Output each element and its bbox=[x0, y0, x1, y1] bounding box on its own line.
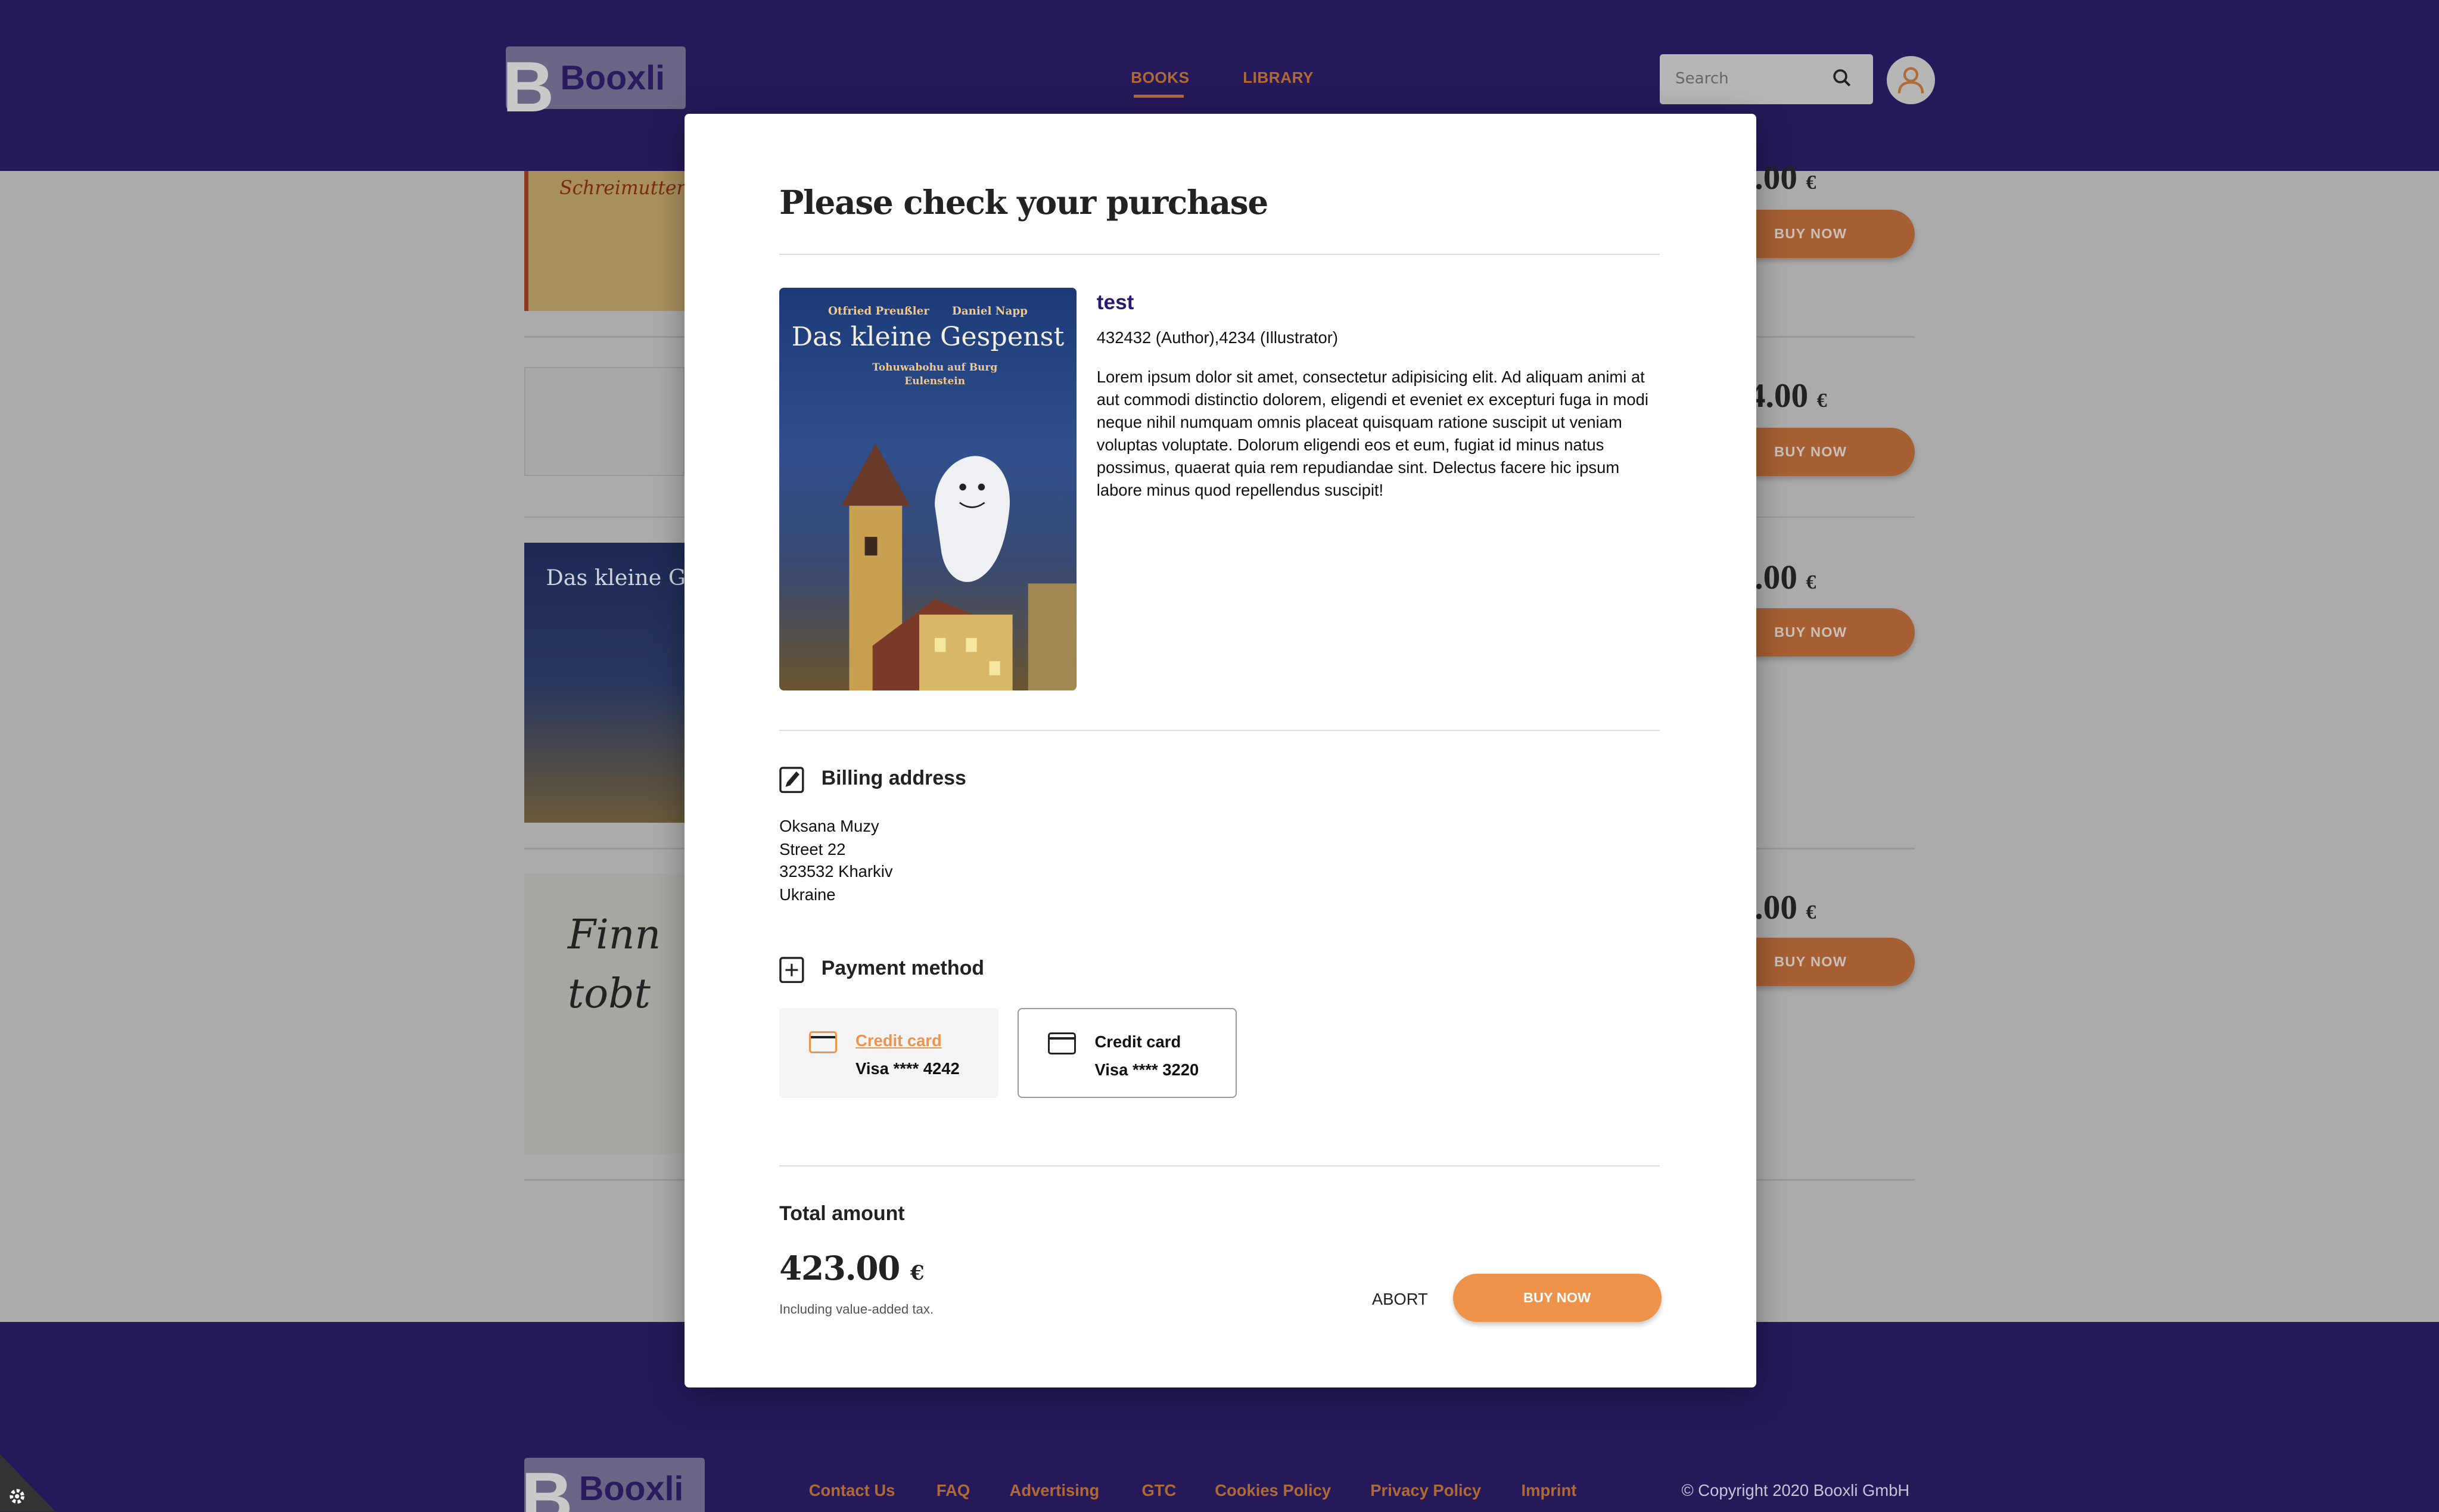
book-cover-image: Otfried Preußler Daniel Napp Das kleine … bbox=[779, 288, 1077, 691]
logo-text: Booxli bbox=[578, 1469, 684, 1508]
book-description: Lorem ipsum dolor sit amet, consectetur … bbox=[1096, 367, 1648, 500]
user-avatar-button[interactable] bbox=[1887, 55, 1936, 104]
divider bbox=[779, 729, 1660, 732]
payment-card-selected[interactable]: .card .sel:after{} Credit card Visa ****… bbox=[779, 1007, 999, 1099]
book-thumb[interactable]: Schreimutter bbox=[524, 171, 686, 312]
dialog-title: Please check your purchase bbox=[779, 183, 1268, 222]
logo-mark: B bbox=[521, 1458, 573, 1512]
book-thumb[interactable]: Finn tobt bbox=[524, 874, 685, 1155]
nav-active-indicator bbox=[1134, 95, 1184, 98]
footer-logo[interactable]: B Booxli bbox=[521, 1457, 705, 1512]
billing-street: Street 22 bbox=[779, 840, 846, 859]
card-number: Visa **** 3220 bbox=[1094, 1060, 1199, 1079]
divider bbox=[779, 1165, 1660, 1167]
billing-name: Oksana Muzy bbox=[779, 817, 879, 836]
book-price: .00 € bbox=[1754, 159, 1816, 197]
book-price: .00 € bbox=[1754, 888, 1816, 926]
footer-link-privacy[interactable]: Privacy Policy bbox=[1370, 1481, 1481, 1500]
card-number: Visa **** 4242 bbox=[855, 1059, 960, 1078]
book-thumb[interactable]: Das kleine Gespenst bbox=[524, 543, 771, 823]
logo-mark: B bbox=[502, 47, 555, 127]
search-placeholder: Search bbox=[1675, 70, 1729, 88]
search-icon[interactable] bbox=[1833, 69, 1851, 87]
footer-link-imprint[interactable]: Imprint bbox=[1522, 1481, 1577, 1500]
card-type: Credit card bbox=[855, 1031, 942, 1050]
book-contributors: 432432 (Author),4234 (Illustrator) bbox=[1096, 328, 1338, 347]
purchase-dialog: Please check your purchase Otfried Preuß… bbox=[684, 113, 1756, 1387]
credit-card-icon bbox=[808, 1031, 837, 1053]
abort-button[interactable]: ABORT bbox=[1372, 1290, 1428, 1309]
header-logo[interactable]: B Booxli bbox=[502, 46, 686, 123]
logo-text: Booxli bbox=[560, 58, 665, 97]
thumb-title: Schreimutter bbox=[559, 177, 686, 199]
footer-link-gtc[interactable]: GTC bbox=[1141, 1481, 1176, 1500]
copyright: © Copyright 2020 Booxli GmbH bbox=[1681, 1480, 1910, 1499]
search-input[interactable]: Search bbox=[1659, 54, 1873, 104]
billing-heading: Billing address bbox=[821, 767, 966, 790]
add-payment-icon[interactable] bbox=[779, 957, 804, 983]
footer-link-cookies[interactable]: Cookies Policy bbox=[1215, 1481, 1331, 1500]
thumb-title: Das kleine Gespenst bbox=[546, 564, 771, 590]
footer-link-faq[interactable]: FAQ bbox=[937, 1481, 970, 1500]
book-price: 4.00 € bbox=[1748, 377, 1827, 415]
cover-title: Das kleine Gespenst bbox=[791, 322, 1065, 353]
footer-link-advertising[interactable]: Advertising bbox=[1010, 1481, 1100, 1500]
book-price: .00 € bbox=[1754, 559, 1816, 597]
nav-books[interactable]: BOOKS bbox=[1131, 69, 1189, 87]
book-title[interactable]: test bbox=[1097, 291, 1134, 315]
cover-authors: Otfried Preußler Daniel Napp bbox=[827, 304, 1028, 318]
footer-link-contact[interactable]: Contact Us bbox=[809, 1481, 895, 1500]
total-amount: 423.00 € bbox=[779, 1249, 924, 1287]
cover-illustration bbox=[841, 443, 1077, 691]
vat-note: Including value-added tax. bbox=[779, 1302, 934, 1317]
total-label: Total amount bbox=[779, 1202, 905, 1225]
thumb-title: Finn tobt bbox=[568, 911, 661, 1018]
payment-heading: Payment method bbox=[821, 956, 985, 979]
divider bbox=[779, 253, 1660, 256]
user-icon bbox=[1897, 67, 1924, 94]
buy-now-button[interactable]: BUY NOW bbox=[1452, 1274, 1662, 1323]
payment-card[interactable]: Credit card Visa **** 3220 bbox=[1017, 1007, 1237, 1099]
page: B Booxli BOOKS LIBRARY Search Schreimutt… bbox=[0, 0, 2439, 1512]
card-type: Credit card bbox=[1094, 1032, 1181, 1051]
book-thumb[interactable] bbox=[524, 367, 685, 476]
nav-library[interactable]: LIBRARY bbox=[1243, 69, 1314, 87]
edit-icon[interactable] bbox=[779, 767, 804, 794]
gear-icon[interactable] bbox=[8, 1487, 26, 1505]
billing-country: Ukraine bbox=[779, 885, 836, 904]
credit-card-icon bbox=[1048, 1032, 1077, 1054]
billing-city: 323532 Kharkiv bbox=[779, 861, 893, 881]
